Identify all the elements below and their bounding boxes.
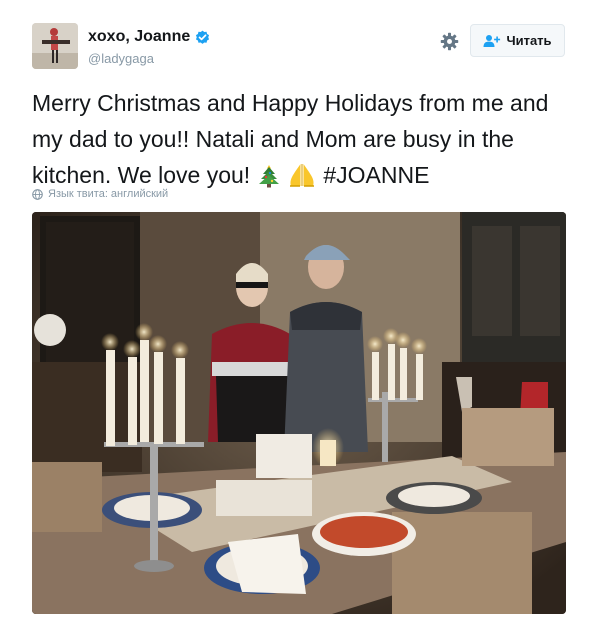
display-name[interactable]: xoxo, Joanne — [88, 28, 190, 46]
avatar-image — [32, 23, 78, 69]
follow-button[interactable]: Читать — [470, 24, 565, 57]
translate-label: Язык твита: английский — [48, 188, 169, 200]
name-row: xoxo, Joanne — [88, 28, 210, 46]
tweet-card: xoxo, Joanne @ladygaga Читать Merry Chri… — [0, 0, 600, 619]
christmas-tree-icon — [257, 162, 281, 198]
follow-person-icon — [483, 34, 501, 48]
tweet-text: Merry Christmas and Happy Holidays from … — [32, 85, 572, 198]
hashtag-link[interactable]: #JOANNE — [323, 162, 429, 188]
folded-hands-icon — [287, 162, 317, 198]
avatar[interactable] — [32, 23, 78, 69]
translate-row[interactable]: Язык твита: английский — [32, 188, 168, 200]
verified-icon — [195, 30, 210, 45]
user-handle[interactable]: @ladygaga — [88, 51, 154, 66]
dinner-photo — [32, 212, 566, 614]
tweet-photo[interactable] — [32, 212, 566, 614]
gear-icon[interactable] — [440, 32, 459, 51]
follow-label: Читать — [506, 33, 552, 48]
globe-icon — [32, 188, 43, 200]
